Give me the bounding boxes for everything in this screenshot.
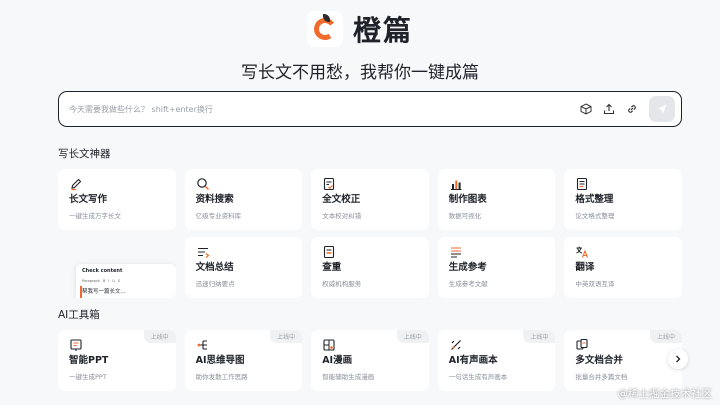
ai-card-mindmap[interactable]: 上线中 AI思维导图 助你发散工作思路 — [184, 330, 303, 391]
tool-desc: 数据可视化 — [448, 212, 482, 220]
chart-icon — [450, 180, 462, 191]
ai-card-audiobook[interactable]: 上线中 AI有声画本 一句话生成有声画本 — [437, 330, 556, 391]
status-badge: 上线中 — [649, 330, 682, 343]
tool-card-charts[interactable]: 制作图表 数据可视化 — [437, 169, 556, 230]
merge-docs-icon — [576, 338, 588, 350]
tool-card-long-writing[interactable]: 长文写作 一键生成万字长文 — [58, 169, 176, 230]
tool-desc: 中英双语互译 — [575, 280, 615, 288]
tools-row-1: 长文写作 一键生成万字长文 资料搜索 亿级专业资料库 全文校正 文本校对纠错 制… — [58, 169, 682, 230]
tool-desc: 助你发散工作思路 — [195, 373, 248, 381]
tool-title: 全文校正 — [322, 194, 361, 205]
tool-title: 查重 — [322, 262, 342, 273]
document-preview: Check content Paragraph B I U S 帮我写一篇长文.… — [76, 264, 176, 298]
tool-title: 文档总结 — [195, 262, 234, 273]
brand-name: 橙篇 — [352, 14, 413, 47]
tool-title: 智能PPT — [69, 355, 109, 366]
summary-icon — [197, 247, 210, 258]
duplicate-check-icon — [324, 245, 335, 259]
status-badge: 上线中 — [396, 330, 429, 343]
tool-card-formatting[interactable]: 格式整理 论文格式整理 — [564, 169, 682, 230]
ai-card-comic[interactable]: 上线中 AI漫画 智能辅助生成漫画 — [311, 330, 429, 391]
tool-card-summary[interactable]: 文档总结 迅速归纳要点 — [184, 237, 303, 298]
tool-title: 制作图表 — [448, 194, 487, 205]
tool-title: 翻译 — [575, 262, 595, 273]
tool-title: 多文档合并 — [575, 355, 623, 366]
section-title-ai: AI工具箱 — [58, 309, 100, 321]
tool-title: 生成参考 — [448, 262, 487, 273]
tool-desc: 一键生成万字长文 — [69, 212, 121, 220]
send-icon — [657, 104, 667, 114]
tool-desc: 批量合并多篇文档 — [575, 373, 628, 381]
tool-desc: 生成参考文献 — [448, 280, 488, 288]
preview-text: 帮我写一篇长文... — [82, 289, 126, 295]
brand-header: 橙篇 — [0, 9, 720, 49]
tools-row-2: Check content Paragraph B I U S 帮我写一篇长文.… — [58, 237, 682, 298]
search-icon — [196, 178, 209, 190]
tool-desc: 一键生成PPT — [69, 373, 107, 381]
preview-toolbar: Paragraph B I U S — [82, 279, 121, 283]
tagline: 写长文不用愁，我帮你一键成篇 — [241, 63, 479, 83]
tool-card-references[interactable]: 生成参考 生成参考文献 — [437, 237, 556, 298]
tool-title: 长文写作 — [69, 194, 108, 205]
tool-desc: 亿级专业资料库 — [195, 212, 242, 220]
link-icon[interactable] — [621, 98, 643, 120]
pen-icon — [71, 178, 82, 191]
doc-check-icon — [324, 177, 335, 191]
ai-card-merge-docs[interactable]: 上线中 多文档合并 批量合并多篇文档 — [564, 330, 682, 391]
prompt-input[interactable] — [69, 104, 574, 114]
tool-desc: 智能辅助生成漫画 — [322, 373, 375, 381]
audiobook-icon — [450, 340, 461, 350]
cube-icon[interactable] — [575, 98, 597, 120]
section-title-tools: 写长文神器 — [58, 148, 111, 160]
send-button[interactable] — [649, 96, 675, 122]
status-badge: 上线中 — [270, 330, 303, 343]
tool-card-translate[interactable]: 翻译 中英双语互译 — [564, 237, 682, 298]
tool-card-research[interactable]: 资料搜索 亿级专业资料库 — [184, 169, 303, 230]
comic-icon — [323, 339, 335, 351]
watermark: @稀土掘金技术社区 — [617, 388, 713, 400]
ppt-icon — [70, 339, 82, 351]
format-doc-icon — [577, 177, 588, 191]
tool-title: AI思维导图 — [195, 355, 245, 366]
mindmap-icon — [197, 340, 207, 350]
scroll-right-button[interactable] — [668, 349, 688, 369]
preview-heading: Check content — [82, 268, 123, 274]
tool-desc: 迅速归纳要点 — [195, 280, 235, 288]
ai-card-ppt[interactable]: 上线中 智能PPT 一键生成PPT — [58, 330, 176, 391]
tool-card-duplicate-check[interactable]: 查重 权威机构服务 — [311, 237, 429, 298]
orange-logo-icon — [306, 11, 343, 47]
tool-desc: 权威机构服务 — [322, 280, 362, 288]
status-badge: 上线中 — [143, 330, 176, 343]
reference-icon — [450, 247, 461, 258]
tool-title: AI有声画本 — [448, 355, 498, 366]
translate-icon — [576, 246, 589, 258]
ai-tools-row: 上线中 智能PPT 一键生成PPT 上线中 AI思维导图 助你发散工作思路 上线… — [58, 330, 682, 391]
tool-title: AI漫画 — [322, 355, 353, 366]
preview-slot: Check content Paragraph B I U S 帮我写一篇长文.… — [58, 237, 176, 298]
tool-desc: 文本校对纠错 — [322, 212, 362, 220]
status-badge: 上线中 — [523, 330, 556, 343]
tool-title: 格式整理 — [575, 194, 614, 205]
tool-card-proofread[interactable]: 全文校正 文本校对纠错 — [311, 169, 429, 230]
upload-icon[interactable] — [598, 98, 620, 120]
prompt-box — [58, 91, 682, 127]
tool-title: 资料搜索 — [195, 194, 234, 205]
chevron-right-icon — [676, 355, 681, 363]
tool-desc: 一句话生成有声画本 — [448, 373, 508, 381]
tool-desc: 论文格式整理 — [575, 212, 615, 220]
